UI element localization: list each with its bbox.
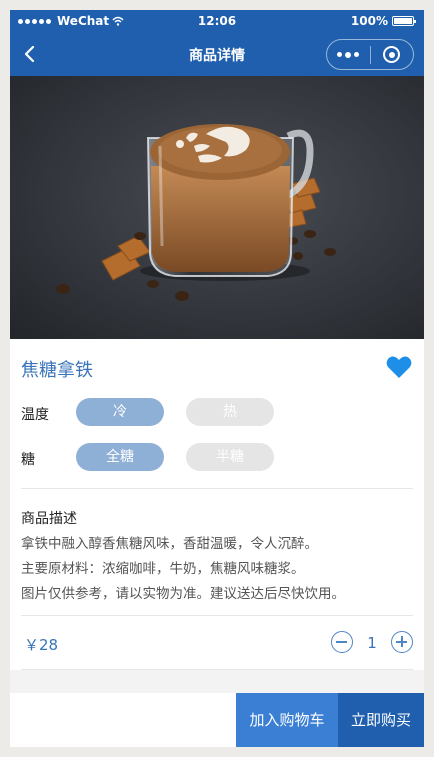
battery-icon (392, 16, 416, 26)
more-button[interactable] (327, 40, 370, 69)
divider (21, 615, 413, 616)
product-price: ￥28 (24, 636, 59, 654)
description-line: 拿铁中融入醇香焦糖风味，香甜温暖，令人沉醉。 (21, 536, 318, 552)
temperature-cold-option[interactable]: 冷 (76, 398, 164, 426)
sugar-option-row: 糖 全糖 半糖 (21, 443, 413, 473)
description-title: 商品描述 (21, 511, 77, 527)
add-to-cart-button[interactable]: 加入购物车 (236, 693, 338, 747)
temperature-label: 温度 (21, 407, 49, 423)
sugar-half-option[interactable]: 半糖 (186, 443, 274, 471)
nav-bar: 商品详情 (10, 32, 424, 76)
bottom-spacer (10, 670, 424, 693)
mini-program-capsule (326, 39, 414, 70)
battery-status: 100% (350, 14, 416, 28)
product-name: 焦糖拿铁 (21, 360, 93, 381)
quantity-value: 1 (367, 634, 377, 652)
heart-icon (386, 356, 412, 378)
capsule-close-button[interactable] (370, 40, 413, 69)
status-bar: WeChat 12:06 100% (10, 10, 424, 32)
temperature-option-row: 温度 冷 热 (21, 398, 413, 428)
phone-screen: WeChat 12:06 100% 商品详情 焦糖拿铁 温度 冷 热 糖 全糖 … (10, 10, 424, 747)
description-line: 图片仅供参考，请以实物为准。建议送达后尽快饮用。 (21, 586, 345, 602)
plus-circle-icon[interactable] (391, 631, 413, 653)
battery-percent: 100% (350, 14, 388, 28)
minus-circle-icon[interactable] (331, 631, 353, 653)
more-dots-icon (337, 52, 343, 57)
sugar-full-option[interactable]: 全糖 (76, 443, 164, 471)
capsule-close-icon (383, 46, 401, 63)
favorite-button[interactable] (386, 355, 412, 379)
divider (21, 488, 413, 489)
product-image (10, 76, 424, 339)
temperature-hot-option[interactable]: 热 (186, 398, 274, 426)
buy-now-button[interactable]: 立即购买 (338, 693, 424, 747)
sugar-label: 糖 (21, 452, 35, 468)
description-line: 主要原材料：浓缩咖啡，牛奶，焦糖风味糖浆。 (21, 561, 305, 577)
